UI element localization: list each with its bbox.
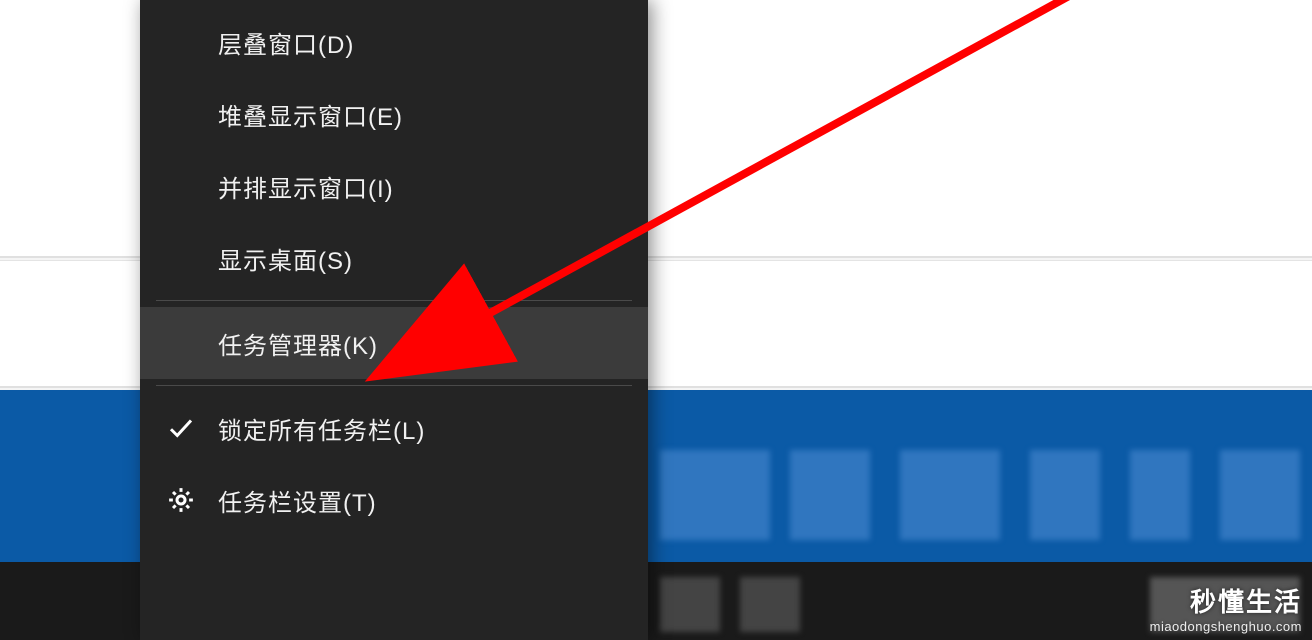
menu-item-show-desktop[interactable]: 显示桌面(S) [140,222,648,294]
menu-item-label: 层叠窗口(D) [218,25,354,60]
menu-item-label: 任务管理器(K) [218,326,378,361]
menu-item-taskbar-settings[interactable]: 任务栏设置(T) [140,464,648,536]
taskbar-blur-icon [660,450,770,540]
menu-separator [156,385,632,386]
menu-item-side-by-side[interactable]: 并排显示窗口(I) [140,150,648,222]
menu-item-cascade-windows[interactable]: 层叠窗口(D) [140,6,648,78]
menu-item-task-manager[interactable]: 任务管理器(K) [140,307,648,379]
taskbar-blur-icon [900,450,1000,540]
menu-item-label: 显示桌面(S) [218,241,353,276]
menu-item-label: 锁定所有任务栏(L) [218,411,425,446]
taskbar-blur-icon [790,450,870,540]
menu-item-stack-windows[interactable]: 堆叠显示窗口(E) [140,78,648,150]
taskbar-blur-icon [1220,450,1300,540]
watermark: 秒懂生活 miaodongshenghuo.com [1150,582,1302,634]
watermark-title: 秒懂生活 [1150,582,1302,619]
menu-item-label: 并排显示窗口(I) [218,169,394,204]
taskbar-blur-icon [740,577,800,632]
watermark-url: miaodongshenghuo.com [1150,619,1302,634]
taskbar-blur-icon [1130,450,1190,540]
menu-item-label: 任务栏设置(T) [218,483,377,518]
taskbar-blur-icon [660,577,720,632]
menu-item-lock-taskbars[interactable]: 锁定所有任务栏(L) [140,392,648,464]
taskbar-blur-icon [1030,450,1100,540]
menu-separator [156,300,632,301]
gear-icon [166,485,196,515]
menu-item-label: 堆叠显示窗口(E) [218,97,403,132]
taskbar-context-menu: 层叠窗口(D) 堆叠显示窗口(E) 并排显示窗口(I) 显示桌面(S) 任务管理… [140,0,648,640]
check-icon [166,413,196,443]
